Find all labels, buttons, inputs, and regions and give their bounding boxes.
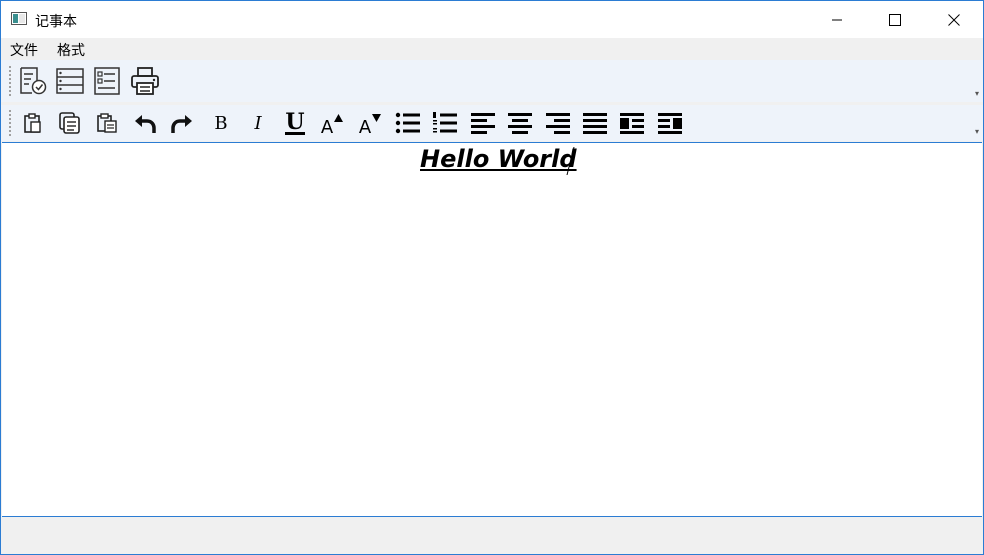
close-icon (948, 13, 960, 26)
paste-button[interactable] (92, 108, 122, 138)
clipboard-cut-icon (24, 113, 41, 133)
align-right-icon (546, 113, 570, 134)
app-icon (11, 12, 27, 25)
list-view-button[interactable] (55, 66, 85, 96)
align-justify-icon (583, 113, 607, 134)
title-bar[interactable]: 记事本 (1, 1, 983, 38)
indent-right-button[interactable] (655, 108, 685, 138)
italic-button[interactable]: I (243, 108, 273, 138)
triangle-down-icon (372, 114, 382, 122)
grow-font-button[interactable]: A (317, 108, 347, 138)
indent-left-icon (620, 113, 644, 134)
justify-button[interactable] (580, 108, 610, 138)
underline-button[interactable]: U (280, 108, 310, 138)
toolbar-grip[interactable] (9, 110, 13, 136)
numbered-list-icon (433, 112, 457, 133)
notepad-window: 记事本 文件 格式 ▾ B I U A A ▾ Hello World (0, 0, 984, 555)
copy-button[interactable] (55, 108, 85, 138)
window-title: 记事本 (35, 14, 77, 30)
shrink-font-label: A (358, 116, 372, 138)
bullet-list-icon (395, 112, 420, 134)
copy-icon (59, 112, 80, 134)
toolbar-overflow-icon[interactable]: ▾ (975, 128, 979, 136)
indent-right-icon (658, 113, 682, 134)
minimize-button[interactable] (808, 1, 866, 38)
indent-left-button[interactable] (617, 108, 647, 138)
align-left-button[interactable] (468, 108, 498, 138)
status-bar (1, 517, 983, 554)
menu-bar: 文件 格式 (1, 38, 983, 60)
bullet-list-button[interactable] (393, 108, 423, 138)
align-left-icon (471, 113, 495, 134)
align-right-button[interactable] (543, 108, 573, 138)
toolbar-overflow-icon[interactable]: ▾ (975, 90, 979, 98)
redo-icon (171, 115, 192, 133)
bold-button[interactable]: B (206, 108, 236, 138)
close-button[interactable] (925, 1, 983, 38)
numbered-list-button[interactable] (430, 108, 460, 138)
menu-format[interactable]: 格式 (57, 40, 85, 60)
printer-icon (131, 67, 159, 95)
underline-label: U (285, 108, 305, 135)
list-view-icon (56, 68, 84, 94)
minimize-icon (832, 19, 842, 20)
format-toolbar: B I U A A ▾ (1, 105, 983, 141)
file-toolbar: ▾ (1, 60, 983, 102)
document-check-button[interactable] (18, 66, 48, 96)
undo-icon (135, 115, 156, 133)
redo-button[interactable] (167, 108, 197, 138)
paste-icon (97, 113, 117, 133)
maximize-button[interactable] (866, 1, 924, 38)
triangle-up-icon (334, 114, 344, 122)
details-view-icon (94, 67, 120, 95)
print-button[interactable] (130, 66, 160, 96)
align-center-icon (508, 113, 532, 134)
undo-button[interactable] (130, 108, 160, 138)
menu-file[interactable]: 文件 (10, 40, 38, 60)
details-view-button[interactable] (92, 66, 122, 96)
text-editor[interactable]: Hello World (2, 142, 982, 517)
maximize-icon (889, 13, 901, 26)
grow-font-label: A (320, 116, 334, 138)
shrink-font-button[interactable]: A (355, 108, 385, 138)
document-check-icon (20, 67, 47, 95)
align-center-button[interactable] (505, 108, 535, 138)
toolbar-grip[interactable] (9, 66, 13, 96)
editor-text[interactable]: Hello World (420, 145, 577, 173)
cut-button[interactable] (18, 108, 48, 138)
